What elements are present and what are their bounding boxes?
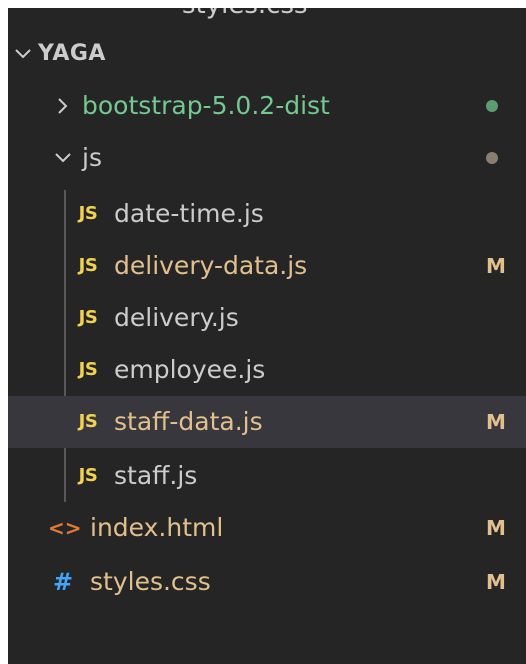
folder-js[interactable]: js	[8, 132, 526, 184]
chevron-right-icon[interactable]	[48, 80, 78, 132]
js-file-icon: JS	[78, 255, 98, 276]
js-file-icon: JS	[78, 411, 98, 432]
file-delivery-data-js[interactable]: JS delivery-data.js M	[8, 240, 526, 292]
js-file-icon: JS	[78, 359, 98, 380]
js-file-icon: JS	[78, 307, 98, 328]
git-modified-badge: M	[486, 516, 506, 540]
file-index-html[interactable]: <> index.html M	[8, 502, 526, 554]
file-date-time-js[interactable]: JS date-time.js	[8, 188, 526, 240]
git-modified-badge: M	[486, 570, 506, 594]
file-explorer: styles.css YAGA bootstrap-5.0.2-dist js …	[8, 8, 526, 664]
js-file-icon: JS	[78, 203, 98, 224]
file-label: delivery.js	[114, 303, 239, 332]
file-delivery-js[interactable]: JS delivery.js	[8, 292, 526, 344]
git-modified-badge: M	[486, 254, 506, 278]
git-status-dot	[486, 152, 498, 164]
file-label: staff-data.js	[114, 407, 263, 436]
chevron-down-icon[interactable]	[48, 132, 78, 184]
css-file-icon: #	[52, 568, 74, 596]
folder-label: js	[82, 143, 102, 172]
js-file-icon: JS	[78, 465, 98, 486]
scrolled-item-label: styles.css	[182, 8, 308, 20]
file-staff-data-js[interactable]: JS staff-data.js M	[8, 396, 526, 448]
file-label: staff.js	[114, 461, 198, 490]
folder-bootstrap[interactable]: bootstrap-5.0.2-dist	[8, 80, 526, 132]
file-styles-css[interactable]: # styles.css M	[8, 556, 526, 608]
file-staff-js[interactable]: JS staff.js	[8, 450, 526, 502]
html-file-icon: <>	[48, 516, 82, 540]
git-status-dot	[486, 100, 498, 112]
tree-root-yaga[interactable]: YAGA	[8, 28, 526, 80]
chevron-down-icon[interactable]	[8, 28, 38, 80]
folder-label: bootstrap-5.0.2-dist	[82, 91, 330, 120]
git-modified-badge: M	[486, 410, 506, 434]
root-folder-label: YAGA	[38, 41, 106, 66]
file-label: employee.js	[114, 355, 266, 384]
file-label: date-time.js	[114, 199, 264, 228]
file-label: styles.css	[90, 567, 211, 596]
file-employee-js[interactable]: JS employee.js	[8, 344, 526, 396]
file-label: delivery-data.js	[114, 251, 308, 280]
file-label: index.html	[90, 513, 224, 542]
